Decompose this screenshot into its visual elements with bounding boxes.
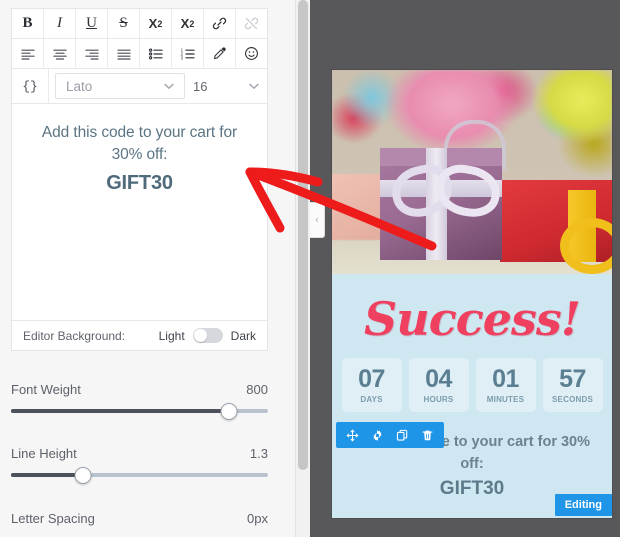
bold-button[interactable]: B [12,9,44,38]
countdown-hours-label: HOURS [423,395,454,404]
hero-image [332,70,612,274]
svg-text:3: 3 [180,55,183,60]
font-weight-slider[interactable] [11,403,268,420]
eyedropper-icon[interactable] [204,39,236,68]
bulleted-list-button[interactable] [140,39,172,68]
panel-scrollbar[interactable] [295,0,311,537]
link-button[interactable] [204,9,236,38]
emoji-icon[interactable] [236,39,267,68]
countdown-seconds-label: SECONDS [552,395,593,404]
align-right-button[interactable] [76,39,108,68]
align-center-button[interactable] [44,39,76,68]
font-family-select[interactable]: Lato [55,73,185,99]
preview-stage: ‹ Success! 07 DAYS 04 HOURS 01 MINUTES 5… [310,0,620,537]
subscript-button[interactable]: X2 [172,9,204,38]
countdown-minutes-label: MINUTES [486,395,525,404]
line-height-slider[interactable] [11,467,268,484]
font-size-select[interactable]: 16 [185,69,267,103]
element-actions-toolbar [336,422,444,448]
line-height-value: 1.3 [249,446,268,461]
source-code-button[interactable]: {} [12,69,49,103]
italic-button[interactable]: I [44,9,76,38]
align-left-button[interactable] [12,39,44,68]
move-icon[interactable] [340,422,365,448]
rich-text-editor: B I U S X2 X2 1 2 3 {} Lato 16 Add this … [11,8,268,351]
numbered-list-button[interactable]: 123 [172,39,204,68]
strikethrough-button[interactable]: S [108,9,140,38]
font-weight-label: Font Weight [11,382,81,397]
line-height-slider-block: Line Height 1.3 [11,446,268,484]
countdown-days: 07 DAYS [341,358,402,412]
underline-button[interactable]: U [76,9,108,38]
font-size-value: 16 [193,78,208,94]
scrollbar-thumb[interactable] [298,0,308,470]
format-toolbar-row-2: 123 [12,39,267,69]
headline: Success! [364,292,581,346]
letter-spacing-label: Letter Spacing [11,511,95,526]
campaign-preview: Success! 07 DAYS 04 HOURS 01 MINUTES 57 … [332,70,612,518]
countdown-timer: 07 DAYS 04 HOURS 01 MINUTES 57 SECONDS [332,358,612,428]
editor-background-row: Editor Background: Light Dark [12,320,267,350]
editor-background-label: Editor Background: [23,328,126,343]
align-justify-button[interactable] [108,39,140,68]
countdown-days-value: 07 [358,365,385,393]
text-settings-panel: B I U S X2 X2 1 2 3 {} Lato 16 Add this … [0,0,295,537]
editor-background-toggle[interactable] [192,328,223,343]
unlink-button[interactable] [236,9,267,38]
superscript-button[interactable]: X2 [140,9,172,38]
countdown-minutes: 01 MINUTES [475,358,536,412]
font-toolbar-row: {} Lato 16 [12,69,267,104]
countdown-seconds-value: 57 [559,365,586,393]
editing-badge[interactable]: Editing [554,493,612,516]
background-light-label: Light [158,328,185,343]
font-weight-slider-handle[interactable] [220,403,238,420]
line-height-label: Line Height [11,446,77,461]
countdown-hours: 04 HOURS [408,358,469,412]
background-dark-label: Dark [230,328,256,343]
chevron-down-icon [249,83,259,90]
font-weight-value: 800 [246,382,268,397]
font-weight-slider-block: Font Weight 800 [11,382,268,420]
countdown-days-label: DAYS [360,395,383,404]
countdown-seconds: 57 SECONDS [542,358,603,412]
font-family-value: Lato [66,78,93,94]
editor-text-area[interactable]: Add this code to your cart for 30% off: … [12,104,267,320]
line-height-slider-handle[interactable] [74,467,92,484]
collapse-panel-button[interactable]: ‹ [310,202,325,238]
preview-text-element[interactable]: Add this code to your cart for 30% off: … [332,422,612,518]
editor-text-line: Add this code to your cart for 30% off: [41,124,238,163]
editor-coupon-code: GIFT30 [106,172,173,194]
letter-spacing-value: 0px [247,511,268,526]
gear-icon[interactable] [365,422,390,448]
trash-icon[interactable] [415,422,440,448]
chevron-down-icon [164,83,174,90]
duplicate-icon[interactable] [390,422,415,448]
app-root: B I U S X2 X2 1 2 3 {} Lato 16 Add this … [0,0,620,537]
letter-spacing-slider-block: Letter Spacing 0px [11,511,268,526]
format-toolbar-row-1: B I U S X2 X2 [12,9,267,39]
countdown-hours-value: 04 [425,365,452,393]
countdown-minutes-value: 01 [492,365,519,393]
toggle-knob [193,329,207,342]
